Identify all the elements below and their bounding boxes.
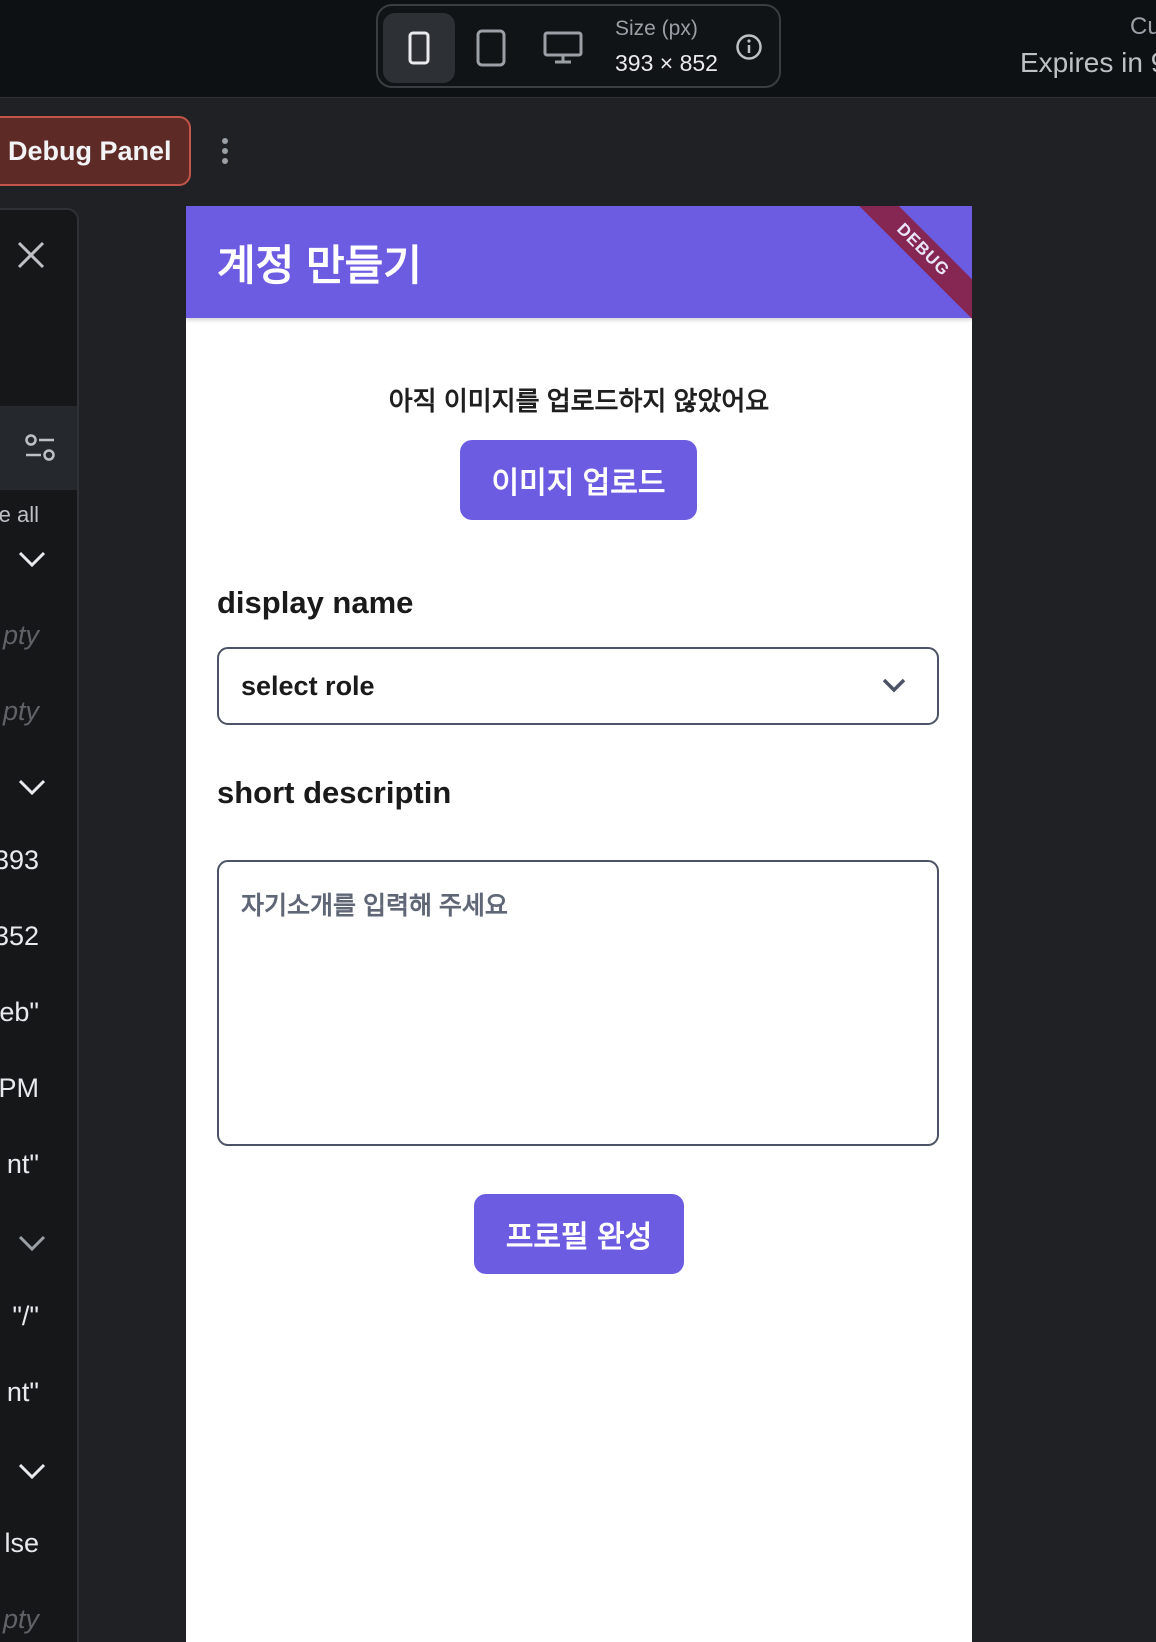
panel-value: pty	[2, 1604, 39, 1634]
info-icon[interactable]	[735, 33, 763, 61]
corner-label: Cu	[1130, 13, 1156, 40]
panel-value: 352	[0, 921, 39, 951]
size-value[interactable]: 393 × 852	[615, 50, 718, 77]
filter-button[interactable]	[0, 406, 77, 490]
chevron-down-icon[interactable]	[18, 1462, 46, 1480]
panel-value: "/"	[12, 1301, 39, 1331]
expires-label: Expires in 9	[1020, 47, 1156, 78]
chevron-down-icon[interactable]	[18, 778, 46, 796]
display-name-label: display name	[217, 585, 414, 620]
panel-value: pty	[2, 696, 39, 726]
top-toolbar: Size (px) 393 × 852 Cu Expires in 9	[0, 0, 1156, 98]
desktop-icon	[543, 31, 583, 64]
device-selector: Size (px) 393 × 852	[376, 4, 781, 88]
size-label: Size (px)	[615, 17, 698, 40]
short-description-textarea[interactable]: 자기소개를 입력해 주세요	[217, 860, 939, 1146]
phone-icon	[408, 31, 430, 65]
panel-value: PM	[0, 1073, 39, 1103]
chevron-down-icon[interactable]	[18, 550, 46, 568]
filter-icon	[25, 434, 55, 461]
collapse-all-link[interactable]: pse all	[0, 502, 39, 528]
role-select-value: select role	[241, 671, 375, 701]
upload-image-button[interactable]: 이미지 업로드	[460, 440, 697, 520]
desktop-device-button[interactable]	[527, 13, 599, 83]
app-bar: 계정 만들기 DEBUG	[186, 206, 972, 328]
debug-side-panel: pse all pty pty 393 352 eb" PM nt" "/" n…	[0, 208, 79, 1642]
app-window: Size (px) 393 × 852 Cu Expires in 9 Debu…	[0, 0, 1156, 1642]
panel-value: eb"	[0, 997, 39, 1027]
debug-panel-button[interactable]: Debug Panel	[0, 116, 191, 186]
role-select[interactable]: select role	[217, 647, 939, 725]
debug-banner: DEBUG	[845, 206, 972, 328]
tablet-icon	[476, 29, 506, 67]
device-preview: 계정 만들기 DEBUG 아직 이미지를 업로드하지 않았어요 이미지 업로드 …	[186, 206, 972, 1642]
panel-value: 393	[0, 845, 39, 875]
panel-value: nt"	[6, 1149, 39, 1179]
panel-value: pty	[2, 620, 39, 650]
tablet-device-button[interactable]	[455, 13, 527, 83]
panel-value: nt"	[6, 1377, 39, 1407]
chevron-down-icon	[882, 678, 906, 693]
short-description-label: short descriptin	[217, 775, 452, 810]
complete-profile-button[interactable]: 프로필 완성	[474, 1194, 684, 1274]
close-icon[interactable]	[16, 240, 46, 270]
phone-device-button[interactable]	[383, 13, 455, 83]
chevron-down-icon[interactable]	[18, 1234, 46, 1252]
no-image-message: 아직 이미지를 업로드하지 않았어요	[388, 386, 770, 416]
more-vert-icon[interactable]	[218, 138, 232, 166]
short-description-placeholder: 자기소개를 입력해 주세요	[241, 892, 508, 920]
panel-value: lse	[4, 1528, 39, 1558]
page-title: 계정 만들기	[217, 242, 422, 289]
